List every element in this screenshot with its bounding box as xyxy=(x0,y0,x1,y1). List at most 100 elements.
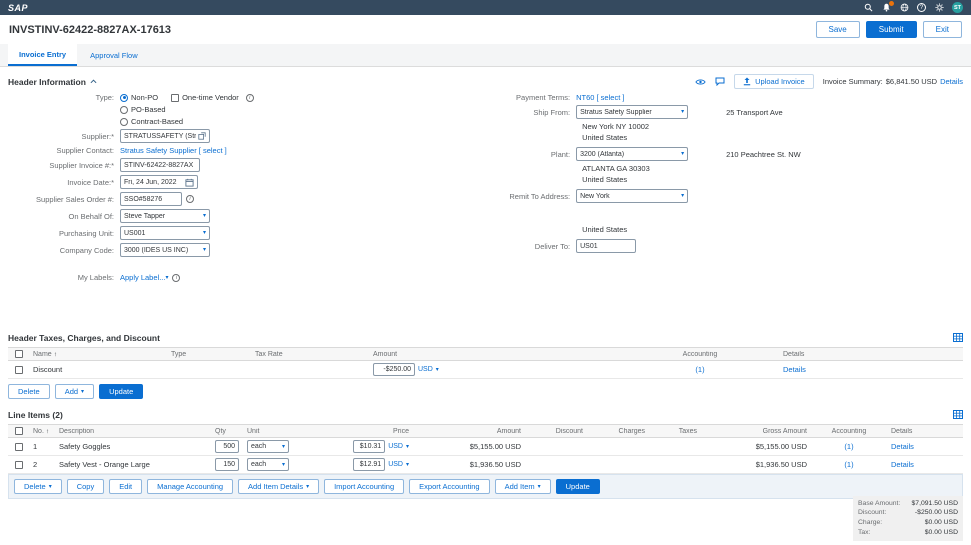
apply-label-link[interactable]: Apply Label... xyxy=(120,273,165,282)
col-name[interactable]: Name↑ xyxy=(30,351,168,358)
type-label: Type: xyxy=(16,93,120,102)
on-behalf-of-value: Steve Tapper xyxy=(124,213,201,220)
row-checkbox[interactable] xyxy=(15,366,23,374)
tab-invoice-entry[interactable]: Invoice Entry xyxy=(8,44,77,66)
import-accounting-button[interactable]: Import Accounting xyxy=(324,479,404,494)
plant-value: 3200 (Atlanta) xyxy=(580,151,679,158)
qty-input[interactable]: 150 xyxy=(215,458,239,471)
calendar-icon[interactable] xyxy=(185,178,194,187)
info-icon[interactable]: i xyxy=(172,274,180,282)
select-all-checkbox[interactable] xyxy=(15,350,23,358)
exit-button[interactable]: Exit xyxy=(923,21,962,38)
collapse-icon[interactable] xyxy=(90,79,97,84)
supplier-value: STRATUSSAFETY (Stratus Safety Suppl xyxy=(124,133,196,140)
globe-icon[interactable] xyxy=(899,3,909,13)
col-taxes: Taxes xyxy=(648,428,700,435)
currency-select[interactable]: USD xyxy=(418,366,433,373)
add-button[interactable]: Add▾ xyxy=(55,384,94,399)
search-icon[interactable] xyxy=(863,3,873,13)
accounting-link[interactable]: (1) xyxy=(695,365,704,374)
ship-from-address-line1: New York NY 10002 xyxy=(582,122,955,131)
currency-select[interactable]: USD xyxy=(388,461,403,468)
details-link[interactable]: Details xyxy=(891,460,914,469)
supplier-invoice-input[interactable]: STINV-62422-8827AX xyxy=(120,158,200,172)
radio-contract-based[interactable] xyxy=(120,118,128,126)
col-no[interactable]: No.↑ xyxy=(30,428,56,435)
taxes-table-row: Discount -$250.00 USD ▾ (1) Details xyxy=(8,361,963,379)
comment-icon[interactable] xyxy=(715,77,725,86)
deliver-to-label: Deliver To: xyxy=(480,242,576,251)
help-icon[interactable]: ? xyxy=(917,3,926,12)
line-item-row: 1 Safety Goggles 500 each▾ $10.31 USD ▾ … xyxy=(8,438,963,456)
invoice-date-input[interactable]: Fri, 24 Jun, 2022 xyxy=(120,175,198,189)
chevron-down-icon: ▾ xyxy=(681,151,684,157)
charge-label: Charge: xyxy=(858,518,882,528)
supplier-label: Supplier:* xyxy=(16,132,120,141)
tab-approval-flow[interactable]: Approval Flow xyxy=(79,44,149,66)
price-input[interactable]: $10.31 xyxy=(353,440,385,453)
notifications-icon[interactable] xyxy=(881,3,891,13)
manage-accounting-button[interactable]: Manage Accounting xyxy=(147,479,233,494)
qty-input[interactable]: 500 xyxy=(215,440,239,453)
chevron-down-icon: ▾ xyxy=(681,109,684,115)
save-button[interactable]: Save xyxy=(816,21,860,38)
col-gross-amount: Gross Amount xyxy=(700,428,810,435)
row-checkbox[interactable] xyxy=(15,443,23,451)
row-checkbox[interactable] xyxy=(15,461,23,469)
info-icon[interactable]: i xyxy=(186,195,194,203)
update-button[interactable]: Update xyxy=(556,479,600,494)
accounting-link[interactable]: (1) xyxy=(844,460,853,469)
col-tax-rate: Tax Rate xyxy=(252,351,370,358)
invoice-summary-details-link[interactable]: Details xyxy=(940,77,963,86)
tax-value: $0.00 USD xyxy=(925,528,958,538)
supplier-contact-link[interactable]: Stratus Safety Supplier [ select ] xyxy=(120,146,227,155)
table-settings-icon[interactable] xyxy=(953,410,963,419)
supplier-sales-order-input[interactable]: SSO#58276 xyxy=(120,192,182,206)
payment-terms-link[interactable]: NT60 [ select ] xyxy=(576,93,624,102)
supplier-sales-order-label: Supplier Sales Order #: xyxy=(16,195,120,204)
col-qty: Qty xyxy=(212,428,244,435)
radio-po-based[interactable] xyxy=(120,106,128,114)
value-help-icon[interactable] xyxy=(198,132,206,140)
unit-select[interactable]: each▾ xyxy=(247,440,289,453)
table-settings-icon[interactable] xyxy=(953,333,963,342)
checkbox-one-time-vendor[interactable] xyxy=(171,94,179,102)
currency-select[interactable]: USD xyxy=(388,443,403,450)
remit-to-select[interactable]: New York ▾ xyxy=(576,189,688,203)
on-behalf-of-select[interactable]: Steve Tapper ▾ xyxy=(120,209,210,223)
supplier-input[interactable]: STRATUSSAFETY (Stratus Safety Suppl xyxy=(120,129,210,143)
ship-from-street: 25 Transport Ave xyxy=(726,108,783,117)
info-icon[interactable]: i xyxy=(246,94,254,102)
line-items-title: Line Items (2) xyxy=(8,410,63,420)
price-input[interactable]: $12.91 xyxy=(353,458,385,471)
add-item-details-button[interactable]: Add Item Details▾ xyxy=(238,479,319,494)
export-accounting-button[interactable]: Export Accounting xyxy=(409,479,489,494)
upload-invoice-button[interactable]: Upload Invoice xyxy=(734,74,814,89)
purchasing-unit-select[interactable]: US001 ▾ xyxy=(120,226,210,240)
gear-icon[interactable] xyxy=(934,3,944,13)
ship-from-select[interactable]: Stratus Safety Supplier ▾ xyxy=(576,105,688,119)
update-button[interactable]: Update xyxy=(99,384,143,399)
plant-address-line2: United States xyxy=(582,175,955,184)
chevron-down-icon: ▾ xyxy=(436,367,439,373)
accounting-link[interactable]: (1) xyxy=(844,442,853,451)
select-all-checkbox[interactable] xyxy=(15,427,23,435)
details-link[interactable]: Details xyxy=(783,365,806,374)
submit-button[interactable]: Submit xyxy=(866,21,917,38)
discount-amount-input[interactable]: -$250.00 xyxy=(373,363,415,376)
add-item-button[interactable]: Add Item▾ xyxy=(495,479,551,494)
plant-select[interactable]: 3200 (Atlanta) ▾ xyxy=(576,147,688,161)
company-code-select[interactable]: 3000 (IDES US INC) ▾ xyxy=(120,243,210,257)
delete-button[interactable]: Delete▾ xyxy=(14,479,62,494)
attachment-icon[interactable] xyxy=(695,78,706,86)
deliver-to-input[interactable]: US01 xyxy=(576,239,636,253)
sort-asc-icon: ↑ xyxy=(54,351,57,358)
radio-non-po[interactable] xyxy=(120,94,128,102)
edit-button[interactable]: Edit xyxy=(109,479,142,494)
details-link[interactable]: Details xyxy=(891,442,914,451)
delete-button[interactable]: Delete xyxy=(8,384,50,399)
copy-button[interactable]: Copy xyxy=(67,479,105,494)
unit-select[interactable]: each▾ xyxy=(247,458,289,471)
supplier-sales-order-value: SSO#58276 xyxy=(124,196,178,203)
avatar[interactable]: ST xyxy=(952,2,963,13)
